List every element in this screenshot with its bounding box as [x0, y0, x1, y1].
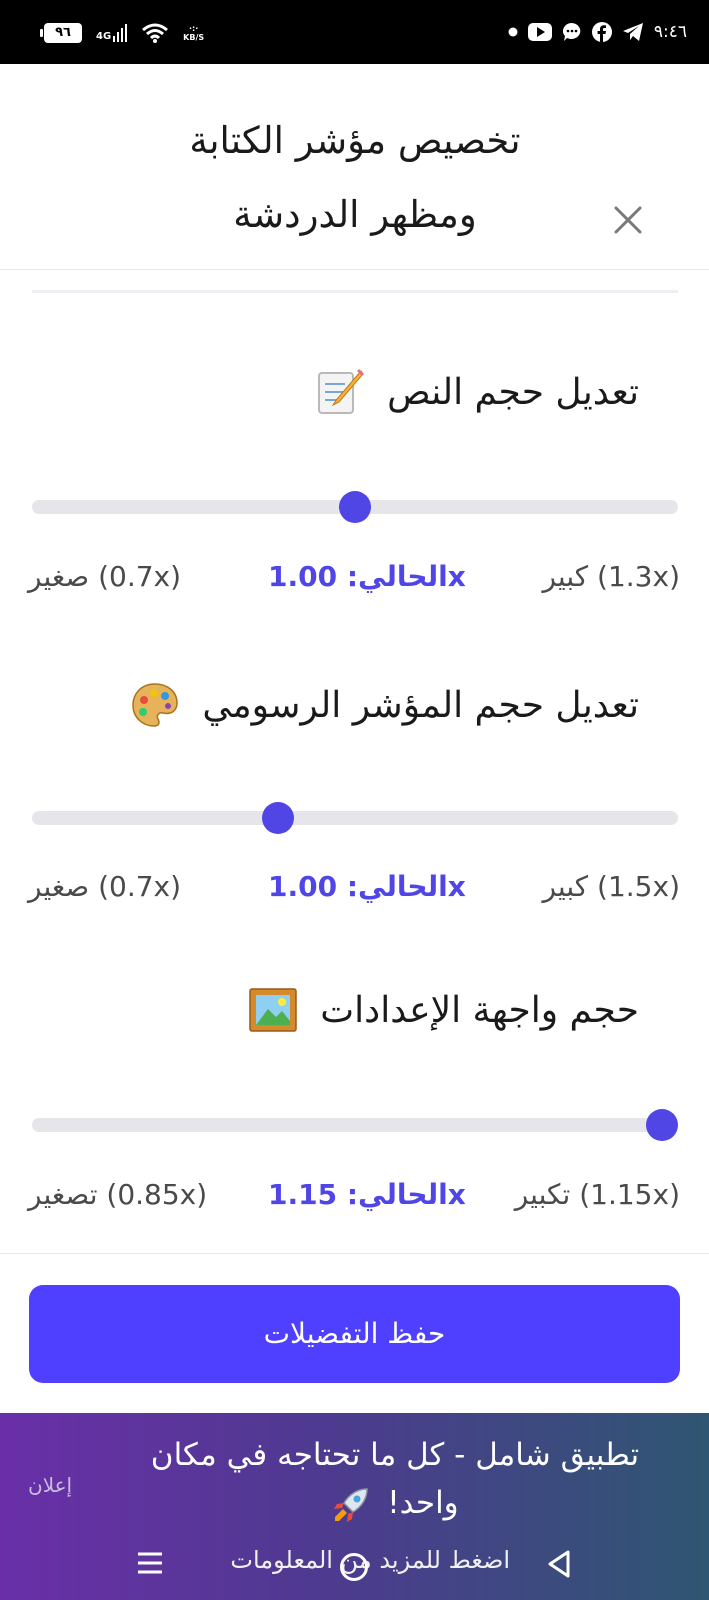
scale-current-label: xالحالي: 1.00 [268, 560, 466, 593]
status-bar: ٩٦ 4G ·:· KB/S ٩:٤٦ [0, 0, 709, 64]
save-preferences-button[interactable]: حفظ التفضيلات [29, 1285, 680, 1383]
content-divider [32, 290, 678, 293]
scale-min-label: (0.7x) صغير [28, 870, 182, 903]
scale-max-label: (1.3x) كبير [542, 560, 680, 593]
memo-icon [318, 369, 365, 414]
section-title-text-size: تعديل حجم النص [315, 367, 639, 417]
ui-size-slider[interactable] [32, 1109, 678, 1141]
text-size-scale: (0.7x) صغير xالحالي: 1.00 (1.3x) كبير [28, 560, 680, 600]
cursor-size-slider[interactable] [32, 802, 678, 834]
ad-banner[interactable]: إعلان تطبيق شامل - كل ما تحتاجه في مكان … [0, 1413, 709, 1600]
close-icon[interactable] [608, 200, 648, 240]
signal-icon [113, 24, 128, 42]
menu-icon[interactable] [136, 1548, 164, 1578]
scale-current-label: xالحالي: 1.15 [268, 1178, 466, 1211]
clock: ٩:٤٦ [653, 22, 687, 42]
ad-headline[interactable]: تطبيق شامل - كل ما تحتاجه في مكان واحد! [120, 1431, 670, 1527]
text-size-slider[interactable] [32, 491, 678, 523]
ad-headline-text: تطبيق شامل - كل ما تحتاجه في مكان واحد! [150, 1437, 640, 1521]
speed-dots-icon: ·:· [189, 24, 199, 33]
battery-icon: ٩٦ [40, 23, 82, 43]
section-title-cursor-size: تعديل حجم المؤشر الرسومي [130, 680, 639, 730]
status-right: ٩:٤٦ [508, 22, 687, 42]
scale-min-label: (0.7x) صغير [28, 560, 182, 593]
section-title-label: تعديل حجم المؤشر الرسومي [202, 684, 639, 726]
wifi-icon [142, 23, 169, 43]
section-title-ui-size: حجم واجهة الإعدادات [248, 985, 639, 1035]
status-left: ٩٦ 4G ·:· KB/S [40, 22, 204, 44]
text-size-slider-thumb[interactable] [339, 491, 371, 523]
telegram-icon [622, 23, 643, 41]
dialog-header: تخصيص مؤشر الكتابة ومظهر الدردشة [0, 64, 709, 270]
section-title-label: حجم واجهة الإعدادات [320, 989, 639, 1031]
scale-max-label: (1.5x) كبير [542, 870, 680, 903]
framed-picture-icon [249, 988, 298, 1032]
cursor-size-scale: (0.7x) صغير xالحالي: 1.00 (1.5x) كبير [28, 870, 680, 910]
palette-icon [132, 683, 179, 727]
speed-indicator: ·:· KB/S [183, 24, 204, 42]
scale-min-label: (0.85x) تصغير [28, 1178, 208, 1211]
scale-current-label: xالحالي: 1.00 [268, 870, 466, 903]
section-title-label: تعديل حجم النص [387, 371, 639, 413]
footer-divider [0, 1253, 709, 1254]
dialog-title: تخصيص مؤشر الكتابة ومظهر الدردشة [120, 104, 590, 252]
rocket-icon [334, 1487, 369, 1522]
cursor-size-slider-thumb[interactable] [262, 802, 295, 834]
network-type: 4G [96, 31, 112, 42]
home-icon[interactable] [340, 1553, 368, 1581]
youtube-icon [527, 23, 552, 41]
back-icon[interactable] [546, 1549, 572, 1579]
speed-unit: KB/S [183, 33, 205, 42]
scale-max-label: (1.15x) تكبير [514, 1178, 680, 1211]
ui-size-slider-thumb[interactable] [646, 1109, 678, 1141]
ui-size-scale: (0.85x) تصغير xالحالي: 1.15 (1.15x) تكبي… [28, 1178, 680, 1218]
chat-icon [562, 23, 581, 41]
signal-indicator: 4G [96, 24, 128, 42]
dialog-title-line2: ومظهر الدردشة [233, 193, 477, 236]
ad-label: إعلان [28, 1473, 73, 1497]
dialog-title-line1: تخصيص مؤشر الكتابة [189, 119, 521, 162]
facebook-icon [591, 22, 612, 42]
dot-icon [508, 27, 518, 37]
